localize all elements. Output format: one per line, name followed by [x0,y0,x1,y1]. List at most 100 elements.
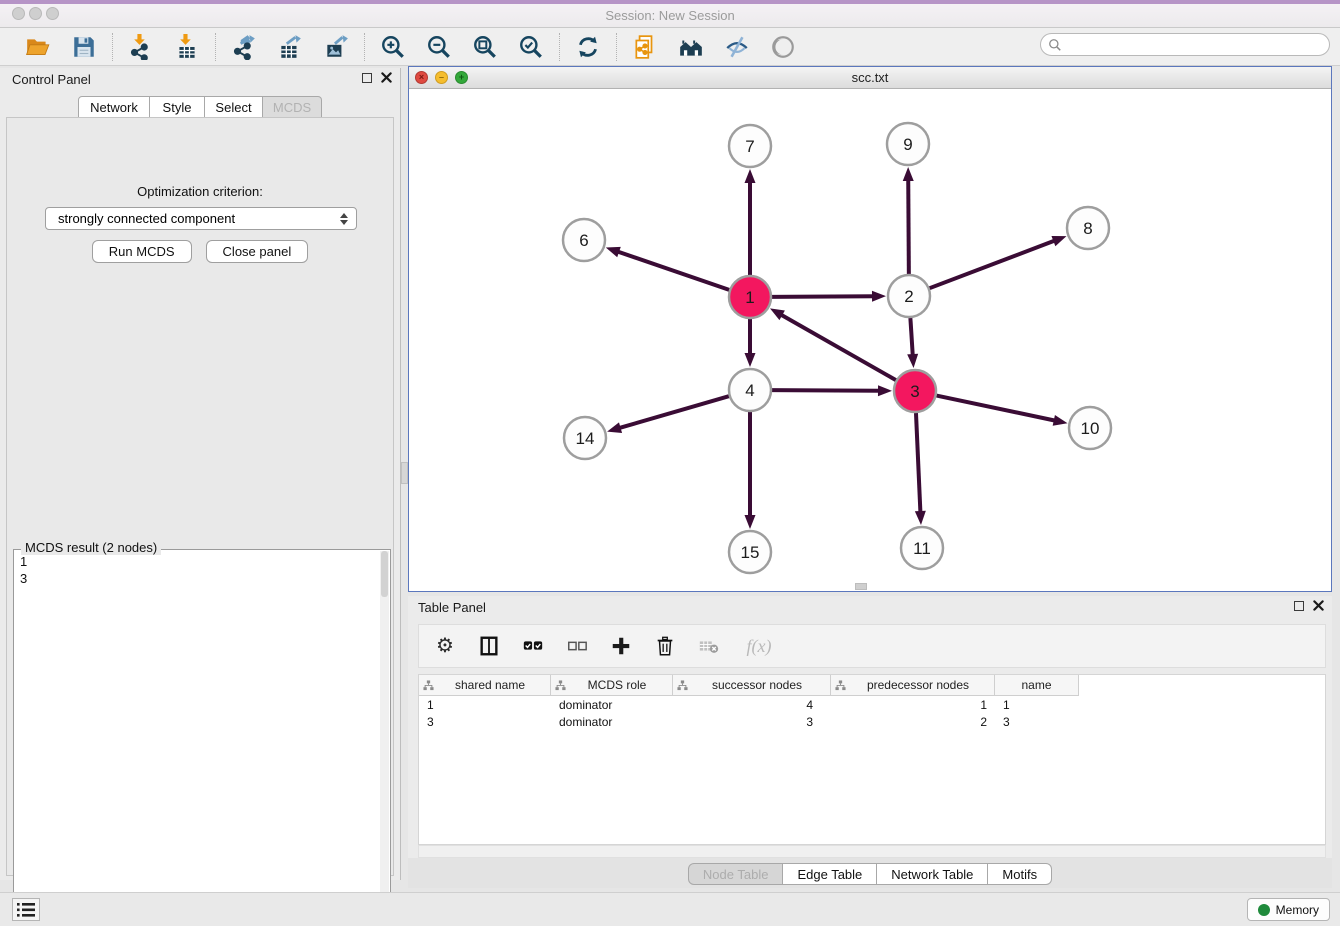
show-graphics-icon [770,34,796,60]
edge-3-1[interactable] [780,314,895,380]
tab-network-table[interactable]: Network Table [877,863,988,885]
optimization-criterion-select[interactable]: strongly connected component [45,207,357,230]
main-toolbar [0,28,1340,66]
edge-2-8[interactable] [930,240,1056,288]
tab-edge-table[interactable]: Edge Table [783,863,877,885]
tab-mcds[interactable]: MCDS [263,96,322,118]
save-session-button[interactable] [70,33,98,61]
hide-graphics-button[interactable] [723,33,751,61]
first-neighbors-button[interactable] [677,33,705,61]
delete-button[interactable] [653,634,677,658]
cell-successor-nodes[interactable]: 4 [673,696,831,713]
edge-1-2[interactable] [772,296,874,297]
add-button[interactable] [609,634,633,658]
open-file-button[interactable] [24,33,52,61]
zoom-in-button[interactable] [379,33,407,61]
search-field[interactable] [1040,33,1330,56]
edge-4-14[interactable] [619,396,729,428]
hide-graphics-icon [724,34,750,60]
mcds-result-text[interactable]: 13 [20,553,378,922]
column-header-shared-name[interactable]: shared name [419,675,551,696]
export-network-button[interactable] [230,33,258,61]
control-panel: Control Panel NetworkStyleSelectMCDS Opt… [0,68,401,880]
zoom-out-button[interactable] [425,33,453,61]
cell-shared-name[interactable]: 3 [419,713,551,730]
node-table-body: 1dominator4113dominator323 [419,696,1325,730]
mcds-panel: Optimization criterion: strongly connect… [6,117,394,876]
node-label-15: 15 [741,543,760,562]
clone-network-icon [632,34,658,60]
edge-4-3[interactable] [772,390,880,391]
tab-motifs[interactable]: Motifs [988,863,1052,885]
close-table-panel-icon[interactable] [1313,600,1324,611]
tree-icon [677,680,688,691]
import-table-button[interactable] [173,33,201,61]
selected-criterion: strongly connected component [58,211,340,226]
mcds-result-title: MCDS result (2 nodes) [21,540,161,555]
panel-divider-handle[interactable] [401,462,408,484]
cell-shared-name[interactable]: 1 [419,696,551,713]
zoom-selected-button[interactable] [517,33,545,61]
table-hscrollbar[interactable] [418,845,1326,858]
tree-icon [423,680,434,691]
network-graph[interactable]: 7968124314101511 [409,89,1331,591]
import-network-button[interactable] [127,33,155,61]
cell-predecessor-nodes[interactable]: 1 [831,696,995,713]
tab-select[interactable]: Select [205,96,263,118]
network-resize-handle[interactable] [855,583,867,590]
edge-2-3[interactable] [910,318,912,356]
zoom-fit-button[interactable] [471,33,499,61]
select-all-button[interactable] [521,634,545,658]
close-panel-icon[interactable] [381,72,392,83]
edge-2-9[interactable] [908,179,909,274]
cell-name[interactable]: 3 [995,713,1079,730]
control-panel-tabs: NetworkStyleSelectMCDS [78,96,322,118]
delete-icon [654,635,676,657]
show-graphics-button[interactable] [769,33,797,61]
edge-1-6[interactable] [617,251,729,289]
column-header-successor-nodes[interactable]: successor nodes [673,675,831,696]
task-history-button[interactable] [12,898,40,921]
window-title: Session: New Session [0,8,1340,23]
clone-network-button[interactable] [631,33,659,61]
gear-icon: ⚙ [436,636,454,656]
tab-network[interactable]: Network [78,96,150,118]
search-input[interactable] [1062,36,1329,54]
close-panel-button[interactable]: Close panel [206,240,309,263]
unselect-all-button[interactable] [565,634,589,658]
tab-style[interactable]: Style [150,96,205,118]
cell-successor-nodes[interactable]: 3 [673,713,831,730]
cell-MCDS-role[interactable]: dominator [551,713,673,730]
refresh-button[interactable] [574,33,602,61]
tab-node-table[interactable]: Node Table [688,863,784,885]
network-window-titlebar[interactable]: × – + scc.txt [409,67,1331,89]
float-panel-icon[interactable] [362,73,372,83]
export-image-button[interactable] [322,33,350,61]
cell-name[interactable]: 1 [995,696,1079,713]
column-header-predecessor-nodes[interactable]: predecessor nodes [831,675,995,696]
cell-MCDS-role[interactable]: dominator [551,696,673,713]
unselect-all-icon [566,635,588,657]
table-row[interactable]: 3dominator323 [419,713,1325,730]
edge-3-11[interactable] [916,413,920,513]
node-table[interactable]: shared nameMCDS rolesuccessor nodesprede… [418,674,1326,845]
float-table-panel-icon[interactable] [1294,601,1304,611]
table-row[interactable]: 1dominator411 [419,696,1325,713]
app-titlebar: Session: New Session [0,0,1340,28]
column-header-MCDS-role[interactable]: MCDS role [551,675,673,696]
gear-button[interactable]: ⚙ [433,634,457,658]
node-label-4: 4 [745,381,754,400]
result-scrollbar[interactable] [380,551,389,923]
edge-3-10[interactable] [937,396,1056,421]
cell-predecessor-nodes[interactable]: 2 [831,713,995,730]
memory-button[interactable]: Memory [1247,898,1330,921]
node-label-1: 1 [745,288,754,307]
network-canvas[interactable]: 7968124314101511 [409,89,1331,591]
function-builder-button[interactable]: f(x) [741,634,777,658]
delete-table-button[interactable] [697,634,721,658]
export-table-button[interactable] [276,33,304,61]
node-label-7: 7 [745,137,754,156]
column-browser-button[interactable] [477,634,501,658]
run-mcds-button[interactable]: Run MCDS [92,240,192,263]
column-header-name[interactable]: name [995,675,1079,696]
